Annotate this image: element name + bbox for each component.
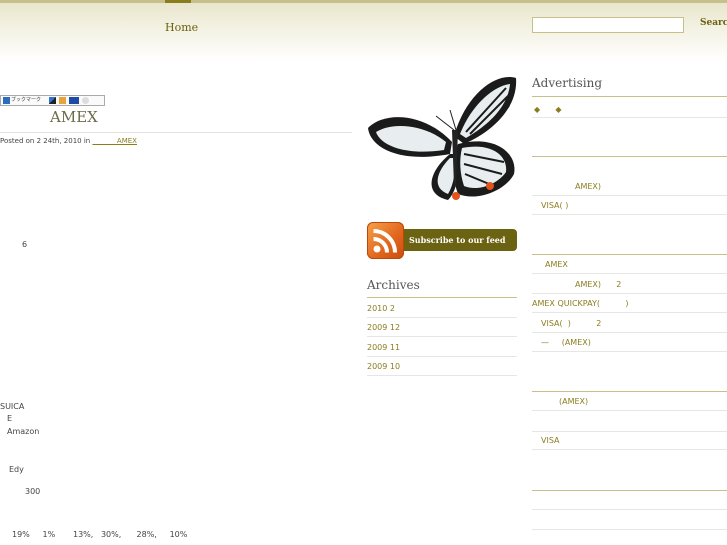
post-text-line: E	[7, 414, 13, 423]
post-category-underline	[92, 137, 116, 145]
archives-heading: Archives	[367, 278, 420, 292]
archive-link[interactable]: 2010 2	[367, 299, 517, 318]
hatena-bookmark-icon[interactable]	[3, 97, 10, 104]
sidebar-link[interactable]: AMEX QUICKPAY( )	[532, 294, 727, 313]
sidebar-row-divider	[532, 509, 727, 510]
archive-link[interactable]: 2009 10	[367, 357, 517, 376]
post-date: Posted on 2 24th, 2010 in	[0, 137, 93, 145]
add-bookmark-icon[interactable]	[81, 97, 89, 104]
sidebar-link[interactable]: VISA( ) 2	[532, 314, 727, 333]
sidebar-link[interactable]: AMEX	[532, 255, 727, 274]
rss-subscribe-banner[interactable]: Subscribe to our feed	[367, 222, 517, 259]
post-text-line: Amazon	[7, 427, 40, 436]
post-text-line: SUICA	[0, 402, 25, 411]
search-input[interactable]	[532, 17, 684, 33]
butterfly-image	[368, 77, 517, 200]
livedoor-clip-icon[interactable]	[58, 97, 66, 104]
post-category-name: AMEX	[116, 137, 137, 145]
advertising-divider	[532, 96, 727, 97]
delicious-icon[interactable]	[48, 97, 56, 104]
advertising-heading: Advertising	[532, 76, 603, 90]
nav-home-link[interactable]: Home	[165, 0, 198, 34]
sidebar-link[interactable]: AMEX) 2	[532, 275, 727, 294]
ad-diamond-row: ◆ ◆	[532, 101, 727, 118]
rss-subscribe-label: Subscribe to our feed	[397, 229, 517, 251]
post-title[interactable]: AMEX	[50, 108, 98, 126]
post-text-line: 19% 1% 13%, 30%, 28%, 10%	[12, 530, 188, 539]
archive-link[interactable]: 2009 11	[367, 338, 517, 357]
ad-diamonds: ◆ ◆	[534, 105, 562, 114]
archive-link[interactable]: 2009 12	[367, 318, 517, 337]
post-text-line: 300	[25, 487, 41, 496]
sidebar-link[interactable]: (AMEX)	[532, 392, 727, 411]
rss-waves-icon	[373, 229, 397, 253]
buzzurl-icon[interactable]	[68, 97, 79, 104]
archives-divider	[367, 297, 517, 298]
post-meta: Posted on 2 24th, 2010 in AMEX	[0, 137, 137, 145]
sidebar-section-divider	[532, 156, 727, 157]
rss-icon[interactable]	[367, 222, 404, 259]
sidebar-link[interactable]: VISA	[532, 431, 727, 450]
post-category-link[interactable]: AMEX	[92, 137, 137, 145]
sidebar-link[interactable]: — (AMEX)	[532, 333, 727, 352]
bookmark-label: ブックマーク	[11, 97, 42, 103]
social-bookmark-bar[interactable]: ブックマーク	[0, 95, 105, 106]
search-button[interactable]: Search	[700, 18, 727, 28]
sidebar-link[interactable]: AMEX)	[532, 177, 727, 196]
post-text-line: 6	[22, 240, 28, 249]
sidebar-section-divider	[532, 490, 727, 491]
sidebar-link[interactable]: VISA( )	[532, 196, 727, 215]
sidebar-row-divider	[532, 529, 727, 530]
post-divider	[0, 132, 352, 133]
post-text-line: Edy	[9, 465, 24, 474]
